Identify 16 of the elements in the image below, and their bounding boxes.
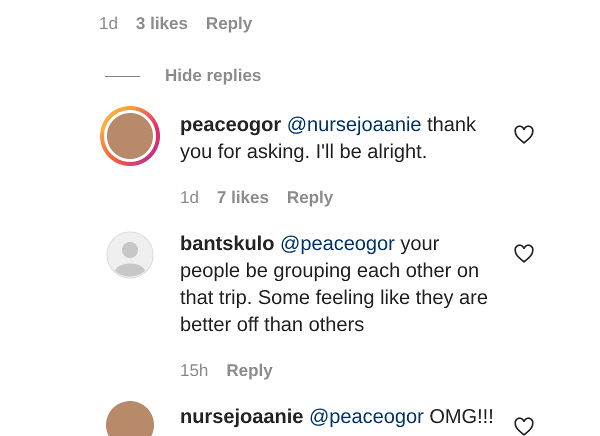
likes-link[interactable]: 7 likes <box>216 188 269 208</box>
reply-link[interactable]: Reply <box>226 361 273 381</box>
comment-time: 15h <box>180 361 208 381</box>
likes-link[interactable]: 3 likes <box>136 14 188 34</box>
comment-time: 1d <box>180 188 199 208</box>
heart-icon[interactable] <box>513 124 535 146</box>
heart-icon[interactable] <box>513 243 535 265</box>
comment-text: nursejoaanie @peaceogor OMG!!! <box>180 405 495 430</box>
reply-link[interactable]: Reply <box>206 14 252 34</box>
hide-replies-link[interactable]: Hide replies <box>165 66 262 86</box>
avatar-photo-placeholder[interactable] <box>106 401 154 436</box>
comment-text: peaceogor @nursejoaanie thank you for asking. I'll be alright. <box>180 113 478 165</box>
comment-text: bantskulo @peaceogor your people be grouping each other on that trip. Some feeling like they are better off than others <box>180 232 489 338</box>
reply-link[interactable]: Reply <box>286 188 334 208</box>
heart-icon[interactable] <box>513 416 535 436</box>
comment-time: 1d <box>99 14 118 34</box>
